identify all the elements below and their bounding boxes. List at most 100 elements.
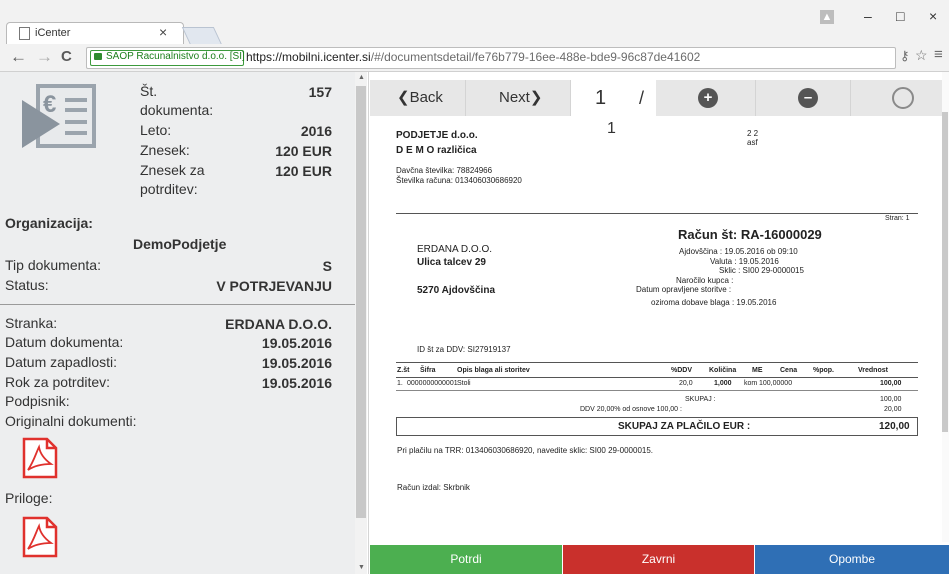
tab-close-icon[interactable]: × <box>159 24 167 40</box>
tab-strip: iCenter × ▲ – □ × <box>0 0 949 45</box>
new-tab-button[interactable] <box>181 27 223 45</box>
customer-label: Stranka: <box>5 315 58 331</box>
ssl-label: SAOP Racunalnistvo d.o.o. [SI] <box>106 51 245 62</box>
minimize-button[interactable]: – <box>864 8 872 24</box>
vat-label: DDV 20,00% od osnove 100,00 : <box>580 406 682 413</box>
cell-kolicina: 1,000 <box>714 380 732 387</box>
subtotal-label: SKUPAJ : <box>685 396 716 403</box>
key-icon[interactable]: ⚷ <box>900 48 910 64</box>
reload-button[interactable]: C <box>61 48 72 65</box>
buyer-street: Ulica talcev 29 <box>417 257 486 268</box>
cell-ddv: 20,0 <box>679 380 693 387</box>
issued-by: Račun izdal: Skrbnik <box>397 483 470 492</box>
col-pop: %pop. <box>813 367 834 374</box>
viewer-scrollbar[interactable] <box>942 72 949 542</box>
svg-text:€: € <box>43 91 56 118</box>
col-ddv: %DDV <box>671 367 693 374</box>
cell-me: kom <box>744 380 758 387</box>
left-scrollbar-thumb[interactable] <box>356 86 366 518</box>
zoom-out-icon[interactable]: – <box>798 88 818 108</box>
total-box: SKUPAJ ZA PLAČILO EUR : 120,00 <box>396 417 918 436</box>
tab-title: iCenter <box>35 27 71 39</box>
url-host: https://mobilni.icenter.si <box>246 50 371 64</box>
original-docs-label: Originalni dokumenti: <box>5 413 137 429</box>
rotate-icon[interactable] <box>892 87 914 109</box>
back-page-button[interactable]: ❮Back <box>397 80 443 116</box>
due-date-label: Datum zapadlosti: <box>5 354 118 370</box>
browser-toolbar: ← → C SAOP Racunalnistvo d.o.o. [SI] htt… <box>0 44 949 72</box>
buyer-city: 5270 Ajdovščina <box>417 285 496 296</box>
page-current[interactable]: 1 <box>595 80 606 116</box>
meta-sklic: Sklic : SI00 29-0000015 <box>719 266 804 275</box>
organization-value: DemoPodjetje <box>133 236 227 252</box>
col-vrednost: Vrednost <box>858 367 888 374</box>
document-info-panel: € Št. dokumenta: 157 Leto: 2016 Znesek: … <box>0 72 355 574</box>
vat-value: 20,00 <box>884 406 902 413</box>
attachment-pdf-icon[interactable] <box>22 516 58 558</box>
meta-service-date: Datum opravljene storitve : <box>636 285 732 294</box>
cell-opis: Stoli <box>457 380 471 387</box>
total-value: 120,00 <box>879 421 910 432</box>
browser-tab[interactable]: iCenter × <box>6 22 184 45</box>
total-label: SKUPAJ ZA PLAČILO EUR : <box>618 421 751 432</box>
scroll-up-arrow[interactable]: ▲ <box>358 74 365 81</box>
table-top-rule <box>396 362 918 363</box>
toolbar-separator <box>850 80 851 116</box>
pdf-icon[interactable] <box>22 437 58 479</box>
address-bar[interactable]: SAOP Racunalnistvo d.o.o. [SI] https://m… <box>86 47 896 69</box>
amount-to-confirm-label-2: potrditev: <box>140 181 198 197</box>
scroll-down-arrow[interactable]: ▼ <box>358 564 365 571</box>
amount-label: Znesek: <box>140 142 190 158</box>
amount-to-confirm-value: 120 EUR <box>275 163 332 179</box>
col-opis: Opis blaga ali storitev <box>457 367 530 374</box>
cell-vrednost: 100,00 <box>880 380 902 387</box>
panel-divider <box>368 72 369 574</box>
meta-valuta: Valuta : 19.05.2016 <box>710 257 779 266</box>
doc-number-label-2: dokumenta: <box>140 102 214 118</box>
forward-button[interactable]: → <box>36 47 53 67</box>
cell-sifra: 0000000000001 <box>407 380 458 387</box>
page-separator: / <box>639 88 645 108</box>
user-icon[interactable]: ▲ <box>820 10 834 24</box>
confirm-button[interactable]: Potrdi <box>370 545 562 574</box>
url-path: /#/documentsdetail/fe76b779-16ee-488e-bd… <box>370 50 701 64</box>
due-date-value: 19.05.2016 <box>261 355 332 371</box>
table-header-rule <box>396 377 918 378</box>
browser-chrome: iCenter × ▲ – □ × ← → C SAOP Racunalnist… <box>0 0 949 72</box>
doc-number-label-1: Št. <box>140 83 158 99</box>
amount-value: 120 EUR <box>275 143 332 159</box>
payment-note: Pri plačilu na TRR: 013406030686920, nav… <box>397 446 654 455</box>
customer-value: ERDANA D.O.O. <box>225 316 332 332</box>
status-label: Status: <box>5 277 49 293</box>
col-zst: Z.št <box>397 367 410 374</box>
doc-number-value: 157 <box>308 84 332 100</box>
organization-label: Organizacija: <box>5 215 93 231</box>
header-right-2: asf <box>747 138 758 147</box>
close-window-button[interactable]: × <box>929 8 937 24</box>
left-scrollbar[interactable]: ▲ ▼ <box>355 72 367 574</box>
toolbar-separator <box>465 80 466 116</box>
menu-icon[interactable]: ≡ <box>934 46 943 63</box>
page-input-box[interactable]: 1 / <box>571 80 656 116</box>
doc-date-value: 19.05.2016 <box>261 335 332 351</box>
issuer-demo: D E M O različica <box>396 145 477 156</box>
star-icon[interactable]: ☆ <box>915 47 928 64</box>
page-number-note: Stran: 1 <box>885 215 910 222</box>
confirm-deadline-value: 19.05.2016 <box>261 375 332 391</box>
ssl-badge[interactable]: SAOP Racunalnistvo d.o.o. [SI] <box>90 50 245 66</box>
issuer-name: PODJETJE d.o.o. <box>396 130 478 141</box>
notes-button[interactable]: Opombe <box>755 545 949 574</box>
viewer-scrollbar-thumb[interactable] <box>942 112 948 432</box>
year-value: 2016 <box>300 123 332 139</box>
header-right-1: 2 2 <box>747 129 759 138</box>
section-divider <box>0 304 355 305</box>
back-button[interactable]: ← <box>10 47 27 67</box>
col-kolicina: Količina <box>709 367 737 374</box>
maximize-button[interactable]: □ <box>896 8 904 24</box>
reject-button[interactable]: Zavrni <box>563 545 754 574</box>
col-me: ME <box>752 367 763 374</box>
doc-date-label: Datum dokumenta: <box>5 334 124 350</box>
next-page-button[interactable]: Next❯ <box>499 80 542 116</box>
invoice-title: Račun št: RA-16000029 <box>678 227 822 242</box>
zoom-in-icon[interactable]: + <box>698 88 718 108</box>
